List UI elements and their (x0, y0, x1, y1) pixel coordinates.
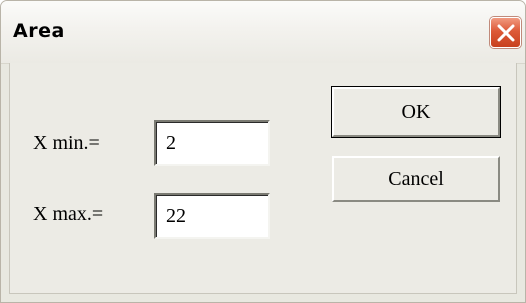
cancel-button[interactable]: Cancel (332, 156, 500, 202)
dialog-body: X min.= 2 X max.= 22 OK Cancel (9, 63, 517, 294)
title-bar[interactable]: Area (1, 1, 525, 64)
area-dialog: Area X min.= 2 X max.= 22 OK Cancel (0, 0, 526, 303)
xmax-label: X max.= (33, 203, 104, 225)
xmin-label: X min.= (33, 132, 100, 154)
window-title: Area (13, 20, 65, 42)
xmax-field[interactable]: 22 (154, 193, 270, 239)
close-button[interactable] (490, 17, 521, 48)
close-icon (497, 24, 515, 42)
xmin-field[interactable]: 2 (154, 120, 270, 166)
ok-button[interactable]: OK (331, 86, 501, 138)
